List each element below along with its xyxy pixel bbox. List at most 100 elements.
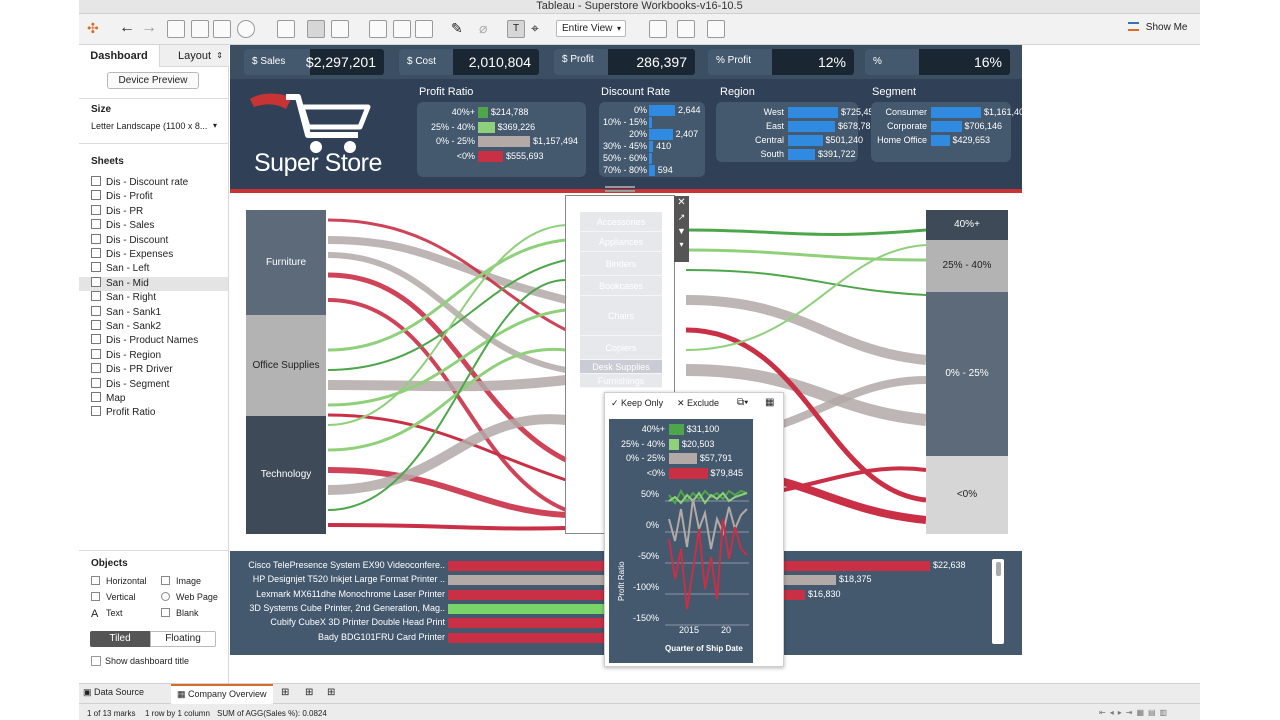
show-me-button[interactable]: Show Me <box>1128 22 1187 33</box>
tab-dashboard[interactable]: Dashboard <box>79 45 159 67</box>
sheet-item[interactable]: San - Sank1 <box>91 305 228 320</box>
profit-ratio-panel[interactable]: 40%+ $214,788 25% - 40% $369,226 0% - 25% $1,… <box>417 102 586 177</box>
sheet-item[interactable]: Dis - Sales <box>91 219 228 233</box>
drag-handle[interactable] <box>605 186 635 192</box>
region-panel[interactable]: West $725,458 East $678,781 Central $501,240 S… <box>716 102 879 162</box>
filter-icon[interactable]: ▼ <box>674 224 689 238</box>
mid-subcategory[interactable]: Accessories <box>580 212 662 232</box>
new-dashboard-tab-icon[interactable]: ⊞ <box>305 687 313 698</box>
mid-subcategory[interactable]: Copiers <box>580 336 662 360</box>
duplicate-icon[interactable] <box>307 20 325 38</box>
sheet-item[interactable]: Dis - Product Names <box>91 334 228 348</box>
kpi-sales[interactable]: $ Sales $2,297,201 <box>244 49 384 75</box>
segment-panel[interactable]: Consumer $1,161,401 Corporate $706,146 Home … <box>871 102 1029 162</box>
sankey-bucket-25-40[interactable]: 25% - 40% <box>926 240 1008 292</box>
sheet-item[interactable]: San - Mid <box>79 276 228 291</box>
labels-icon[interactable]: T <box>507 20 525 38</box>
product-bar[interactable] <box>448 603 604 614</box>
mid-subcategory[interactable]: Appliances <box>580 232 662 252</box>
object-vertical[interactable]: Vertical <box>91 591 136 603</box>
mid-subcategory[interactable]: Binders <box>580 252 662 276</box>
size-select[interactable]: Letter Landscape (1100 x 8... ▾ <box>91 121 217 131</box>
mid-subcategory[interactable]: Furnishings <box>580 374 662 388</box>
sheet-item[interactable]: Dis - Discount rate <box>91 176 228 190</box>
sheet-item[interactable]: Dis - Expenses <box>91 248 228 262</box>
sheet-item[interactable]: Dis - Profit <box>91 190 228 204</box>
product-bar[interactable] <box>448 618 604 629</box>
object-horizontal[interactable]: Horizontal <box>91 575 147 587</box>
object-blank[interactable]: Blank <box>161 607 199 619</box>
floating-toggle[interactable]: Floating <box>150 631 216 647</box>
new-worksheet-tab-icon[interactable]: ⊞ <box>281 687 289 698</box>
sheet-item[interactable]: San - Sank2 <box>91 320 228 334</box>
sankey-bucket-neg[interactable]: <0% <box>926 456 1008 534</box>
device-preview-button[interactable]: Device Preview <box>107 72 199 89</box>
sankey-category-technology[interactable]: Technology <box>246 416 326 534</box>
tab-company-overview[interactable]: ▦ Company Overview <box>171 684 273 704</box>
object-text[interactable]: A Text <box>91 607 123 620</box>
pin-icon[interactable]: ⌖ <box>531 20 549 38</box>
sheet-item[interactable]: San - Left <box>91 262 228 276</box>
sheet-item[interactable]: Dis - PR Driver <box>91 363 228 377</box>
close-icon[interactable]: ✕ <box>674 196 689 210</box>
more-options-icon[interactable]: ▾ <box>674 238 689 252</box>
clear-sheet-icon[interactable] <box>331 20 349 38</box>
sheet-item[interactable]: Map <box>91 392 228 406</box>
view-data-icon[interactable]: ▦ <box>765 397 774 408</box>
sheet-item[interactable]: Dis - PR <box>91 204 228 219</box>
tab-navigation-icons[interactable]: ⇤◂▸⇥▦▤▥ <box>1099 708 1171 717</box>
save-icon[interactable] <box>167 20 185 38</box>
tiled-toggle[interactable]: Tiled <box>90 631 150 647</box>
exclude-button[interactable]: ✕ Exclude <box>677 398 719 409</box>
refresh-icon[interactable] <box>237 20 255 38</box>
product-bar[interactable] <box>448 632 604 643</box>
go-to-sheet-icon[interactable]: ↗ <box>674 210 689 224</box>
kpi-label: % Discount <box>865 49 919 93</box>
presentation-icon[interactable] <box>677 20 695 38</box>
sort-desc-icon[interactable] <box>415 20 433 38</box>
group-icon[interactable]: ⌀ <box>479 20 497 38</box>
sheet-icon <box>91 320 101 330</box>
new-worksheet-icon[interactable] <box>277 20 295 38</box>
object-web-page[interactable]: Web Page <box>161 591 218 603</box>
sheet-item[interactable]: San - Right <box>91 291 228 305</box>
kpi-profit[interactable]: $ Profit 286,397 <box>554 49 695 75</box>
mid-subcategory[interactable]: Chairs <box>580 296 662 336</box>
sankey-category-furniture[interactable]: Furniture <box>246 210 326 315</box>
mid-subcategory[interactable]: Desk Supplies <box>580 360 662 374</box>
new-datasource-icon[interactable] <box>191 20 209 38</box>
sankey-bucket-0-25[interactable]: 0% - 25% <box>926 292 1008 456</box>
scrollbar-thumb[interactable] <box>995 562 1001 576</box>
kpi-profit-pct[interactable]: % Profit 12% <box>708 49 854 75</box>
sankey-category-office-supplies[interactable]: Office Supplies <box>246 315 326 416</box>
sheet-item[interactable]: Dis - Region <box>91 348 228 363</box>
fit-select[interactable]: Entire View ▾ <box>556 20 626 37</box>
kpi-cost[interactable]: $ Cost 2,010,804 <box>399 49 539 75</box>
fix-axes-icon[interactable] <box>649 20 667 38</box>
group-members-icon[interactable]: ⧉▾ <box>737 397 748 408</box>
tableau-logo-icon[interactable]: ✣ <box>87 20 105 38</box>
highlight-icon[interactable]: ✎ <box>451 20 469 38</box>
object-image[interactable]: Image <box>161 575 201 587</box>
share-icon[interactable] <box>707 20 725 38</box>
tab-layout[interactable]: Layout ⇕ <box>159 45 229 67</box>
redo-icon[interactable]: → <box>141 20 159 38</box>
tooltip-y-tick: -50% <box>637 551 659 561</box>
discount-rate-panel[interactable]: 0% 2,644 10% - 15% 20% 2,407 30% - 45% 410 50% … <box>599 102 705 177</box>
keep-only-button[interactable]: ✓ Keep Only <box>611 398 663 409</box>
swap-icon[interactable] <box>369 20 387 38</box>
sankey-bucket-40plus[interactable]: 40%+ <box>926 210 1008 240</box>
pause-updates-icon[interactable] <box>213 20 231 38</box>
kpi-discount[interactable]: % Discount 16% <box>865 49 1010 93</box>
segment-row-label: Corporate <box>886 121 927 131</box>
sort-asc-icon[interactable] <box>393 20 411 38</box>
new-story-tab-icon[interactable]: ⊞ <box>327 687 335 698</box>
mid-subcategory[interactable]: Bookcases <box>580 276 662 296</box>
sheet-item[interactable]: Dis - Discount <box>91 233 228 248</box>
scrollbar[interactable] <box>992 559 1004 644</box>
show-title-checkbox[interactable]: Show dashboard title <box>91 656 189 666</box>
data-source-tab[interactable]: ▣ Data Source <box>83 687 144 698</box>
sheet-item[interactable]: Dis - Segment <box>91 377 228 392</box>
sheet-item[interactable]: Profit Ratio <box>91 406 228 420</box>
undo-icon[interactable]: ← <box>119 20 137 38</box>
